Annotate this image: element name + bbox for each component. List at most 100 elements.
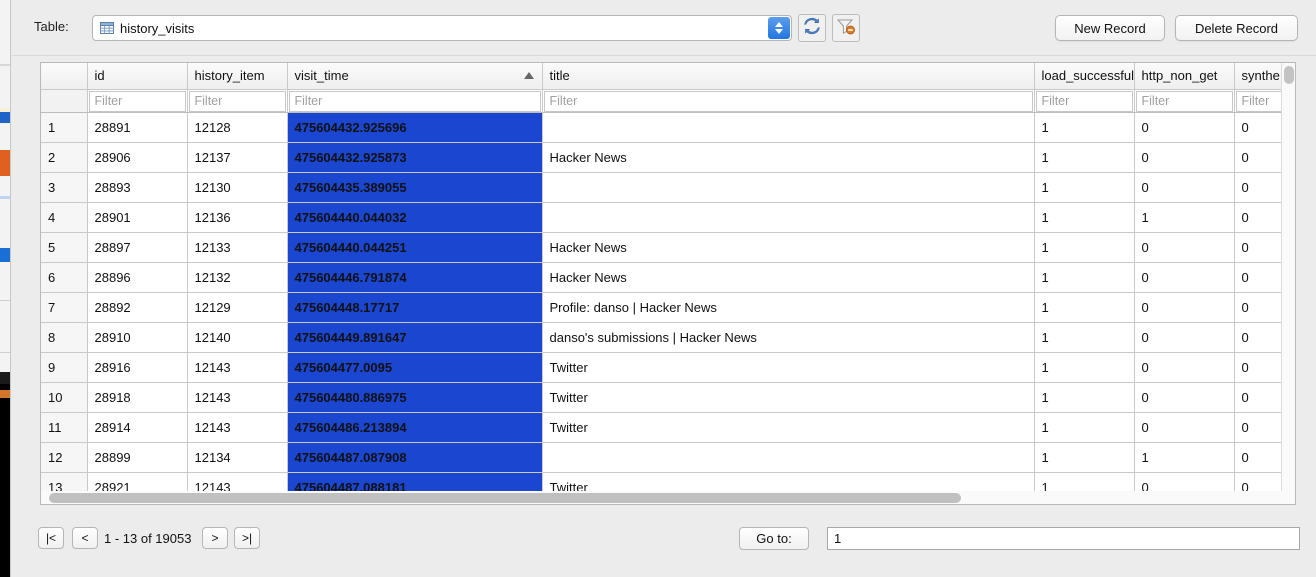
cell-visit_time[interactable]: 475604448.17717 <box>287 292 543 323</box>
cell-http_non_get[interactable]: 0 <box>1134 142 1235 173</box>
cell-http_non_get[interactable]: 0 <box>1134 232 1235 263</box>
row-number-cell[interactable]: 7 <box>41 292 88 323</box>
filter-input-history_item[interactable]: Filter <box>187 89 288 113</box>
cell-load_successful[interactable]: 1 <box>1034 412 1135 443</box>
table-row[interactable]: 3 28893 12130 475604435.389055 1 0 0 <box>41 172 1288 203</box>
goto-input[interactable]: 1 <box>827 527 1300 550</box>
cell-load_successful[interactable]: 1 <box>1034 442 1135 473</box>
table-row[interactable]: 5 28897 12133 475604440.044251 Hacker News 1 0… <box>41 232 1288 263</box>
records-table-container[interactable]: id history_item visit_time title load_succes… <box>40 62 1296 505</box>
cell-visit_time[interactable]: 475604432.925696 <box>287 112 543 143</box>
cell-visit_time[interactable]: 475604432.925873 <box>287 142 543 173</box>
cell-id[interactable]: 28891 <box>87 112 188 143</box>
cell-synthesized[interactable]: 0 <box>1234 232 1288 263</box>
cell-synthesized[interactable]: 0 <box>1234 352 1288 383</box>
row-number-cell[interactable]: 11 <box>41 412 88 443</box>
row-number-cell[interactable]: 8 <box>41 322 88 353</box>
row-number-cell[interactable]: 10 <box>41 382 88 413</box>
refresh-button[interactable] <box>798 14 826 42</box>
cell-visit_time[interactable]: 475604446.791874 <box>287 262 543 293</box>
horizontal-scrollbar-thumb[interactable] <box>49 493 961 503</box>
cell-http_non_get[interactable]: 0 <box>1134 382 1235 413</box>
filter-input-visit_time[interactable]: Filter <box>287 89 543 113</box>
clear-filter-button[interactable] <box>832 14 860 42</box>
row-number-cell[interactable]: 9 <box>41 352 88 383</box>
cell-http_non_get[interactable]: 0 <box>1134 292 1235 323</box>
cell-synthesized[interactable]: 0 <box>1234 382 1288 413</box>
cell-title[interactable]: Hacker News <box>542 232 1035 263</box>
table-row[interactable]: 6 28896 12132 475604446.791874 Hacker News 1 0… <box>41 262 1288 293</box>
cell-visit_time[interactable]: 475604480.886975 <box>287 382 543 413</box>
cell-synthesized[interactable]: 0 <box>1234 202 1288 233</box>
cell-id[interactable]: 28906 <box>87 142 188 173</box>
last-page-button[interactable]: >| <box>234 527 260 549</box>
column-header-title[interactable]: title <box>542 63 1035 90</box>
previous-page-button[interactable]: < <box>72 527 98 549</box>
cell-http_non_get[interactable]: 1 <box>1134 202 1235 233</box>
cell-load_successful[interactable]: 1 <box>1034 352 1135 383</box>
row-number-cell[interactable]: 2 <box>41 142 88 173</box>
cell-history_item[interactable]: 12140 <box>187 322 288 353</box>
cell-title[interactable] <box>542 442 1035 473</box>
cell-load_successful[interactable]: 1 <box>1034 322 1135 353</box>
table-row[interactable]: 4 28901 12136 475604440.044032 1 1 0 <box>41 202 1288 233</box>
cell-id[interactable]: 28892 <box>87 292 188 323</box>
cell-id[interactable]: 28896 <box>87 262 188 293</box>
row-number-cell[interactable]: 4 <box>41 202 88 233</box>
table-select-combobox[interactable]: history_visits <box>92 15 792 41</box>
cell-load_successful[interactable]: 1 <box>1034 292 1135 323</box>
row-number-cell[interactable]: 12 <box>41 442 88 473</box>
cell-history_item[interactable]: 12143 <box>187 412 288 443</box>
cell-title[interactable]: Twitter <box>542 352 1035 383</box>
cell-history_item[interactable]: 12143 <box>187 382 288 413</box>
cell-load_successful[interactable]: 1 <box>1034 382 1135 413</box>
cell-synthesized[interactable]: 0 <box>1234 442 1288 473</box>
vertical-scrollbar[interactable] <box>1281 63 1295 504</box>
cell-id[interactable]: 28899 <box>87 442 188 473</box>
cell-history_item[interactable]: 12132 <box>187 262 288 293</box>
cell-history_item[interactable]: 12143 <box>187 352 288 383</box>
column-header-http_non_get[interactable]: http_non_get <box>1134 63 1235 90</box>
cell-http_non_get[interactable]: 1 <box>1134 442 1235 473</box>
cell-visit_time[interactable]: 475604477.0095 <box>287 352 543 383</box>
cell-title[interactable]: Hacker News <box>542 142 1035 173</box>
cell-history_item[interactable]: 12136 <box>187 202 288 233</box>
cell-id[interactable]: 28897 <box>87 232 188 263</box>
column-header-load_successful[interactable]: load_successful <box>1034 63 1135 90</box>
row-number-cell[interactable]: 5 <box>41 232 88 263</box>
cell-synthesized[interactable]: 0 <box>1234 142 1288 173</box>
cell-history_item[interactable]: 12134 <box>187 442 288 473</box>
cell-load_successful[interactable]: 1 <box>1034 262 1135 293</box>
cell-history_item[interactable]: 12133 <box>187 232 288 263</box>
column-header-synthe[interactable]: synthe <box>1234 63 1288 90</box>
filter-input-id[interactable]: Filter <box>87 89 188 113</box>
cell-http_non_get[interactable]: 0 <box>1134 352 1235 383</box>
row-number-cell[interactable]: 6 <box>41 262 88 293</box>
cell-title[interactable]: Twitter <box>542 382 1035 413</box>
cell-visit_time[interactable]: 475604440.044032 <box>287 202 543 233</box>
table-row[interactable]: 1 28891 12128 475604432.925696 1 0 0 <box>41 112 1288 143</box>
table-row[interactable]: 12 28899 12134 475604487.087908 1 1 0 <box>41 442 1288 473</box>
cell-visit_time[interactable]: 475604435.389055 <box>287 172 543 203</box>
cell-visit_time[interactable]: 475604486.213894 <box>287 412 543 443</box>
table-select-stepper[interactable] <box>768 17 790 39</box>
cell-id[interactable]: 28910 <box>87 322 188 353</box>
filter-input-title[interactable]: Filter <box>542 89 1035 113</box>
column-header-history_item[interactable]: history_item <box>187 63 288 90</box>
cell-synthesized[interactable]: 0 <box>1234 262 1288 293</box>
filter-input-synthe[interactable]: Filter <box>1234 89 1288 113</box>
cell-title[interactable]: Profile: danso | Hacker News <box>542 292 1035 323</box>
table-row[interactable]: 10 28918 12143 475604480.886975 Twitter 1 0 0 <box>41 382 1288 413</box>
cell-id[interactable]: 28893 <box>87 172 188 203</box>
cell-load_successful[interactable]: 1 <box>1034 142 1135 173</box>
background-window-sliver[interactable] <box>0 0 11 577</box>
first-page-button[interactable]: |< <box>38 527 64 549</box>
cell-http_non_get[interactable]: 0 <box>1134 172 1235 203</box>
column-header-rownum[interactable] <box>41 63 88 90</box>
cell-http_non_get[interactable]: 0 <box>1134 262 1235 293</box>
cell-visit_time[interactable]: 475604487.087908 <box>287 442 543 473</box>
cell-visit_time[interactable]: 475604440.044251 <box>287 232 543 263</box>
cell-load_successful[interactable]: 1 <box>1034 172 1135 203</box>
cell-history_item[interactable]: 12128 <box>187 112 288 143</box>
cell-title[interactable]: Hacker News <box>542 262 1035 293</box>
